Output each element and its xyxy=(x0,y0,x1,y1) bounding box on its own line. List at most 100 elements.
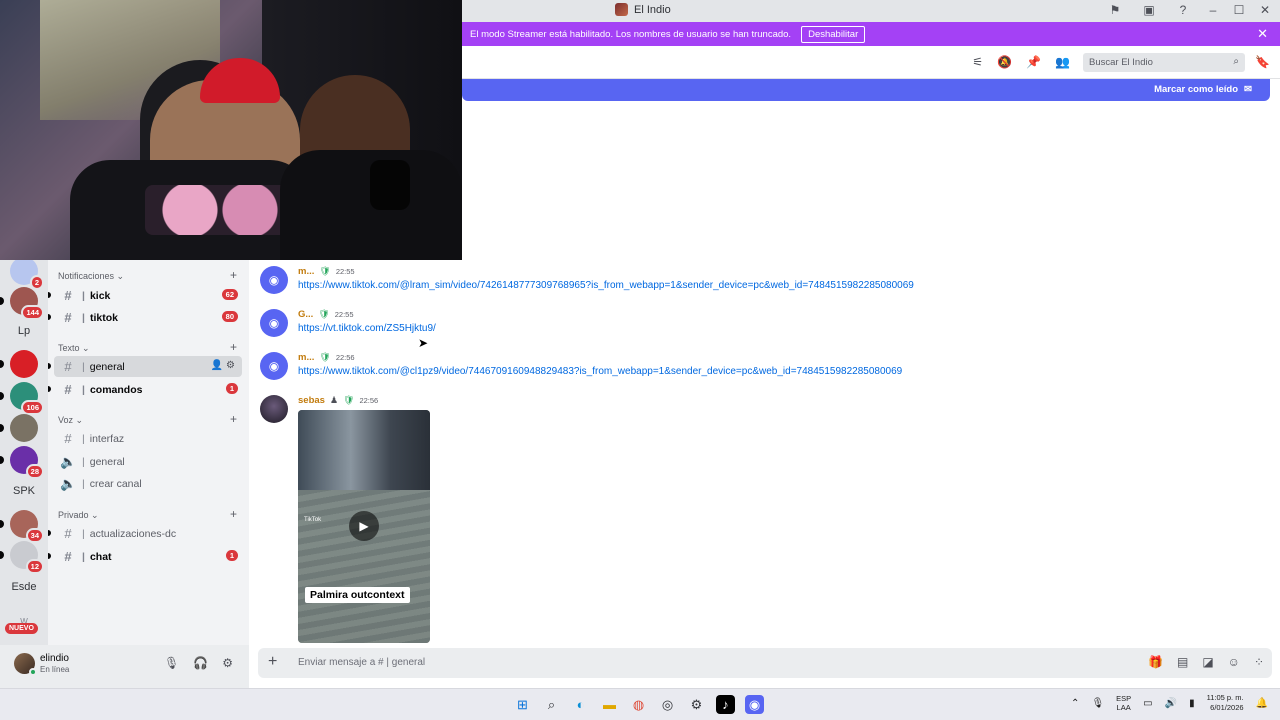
tiktok-icon[interactable]: ♪ xyxy=(716,695,735,714)
server-item[interactable]: 34 xyxy=(0,510,44,543)
discord-avatar-icon[interactable]: ◉ xyxy=(260,309,288,337)
maximize-icon[interactable]: ☐ xyxy=(1232,3,1246,17)
steam-icon[interactable]: ⚙ xyxy=(687,695,706,714)
channel-actualizaciones-dc[interactable]: # | actualizaciones-dc xyxy=(48,523,242,544)
role-icon: 🛡 xyxy=(319,352,331,362)
server-item[interactable]: SPK xyxy=(10,477,38,505)
avatar[interactable] xyxy=(14,653,37,676)
text-channel-icon: # xyxy=(64,526,72,541)
minimize-icon[interactable]: – xyxy=(1206,3,1220,17)
search-icon[interactable]: ⌕ xyxy=(542,695,561,714)
tiktok-watermark: TikTok xyxy=(304,517,322,523)
unread-pip xyxy=(48,530,51,536)
message-author[interactable]: m... xyxy=(298,266,314,277)
discord-icon[interactable]: ◉ xyxy=(745,695,764,714)
members-icon[interactable]: 👥 xyxy=(1055,55,1070,69)
gift-icon[interactable]: 🎁 xyxy=(1148,655,1163,669)
notifications-icon[interactable]: 🔔 xyxy=(1256,698,1268,709)
emoji-icon[interactable]: ☺ xyxy=(1228,655,1240,669)
add-channel-icon[interactable]: + xyxy=(230,412,237,426)
mark-as-read-button[interactable]: Marcar como leído ✉ xyxy=(1154,84,1252,95)
server-item[interactable] xyxy=(0,414,38,442)
server-item[interactable]: 12 xyxy=(0,541,44,574)
notifications-muted-icon[interactable]: 🔕 xyxy=(997,55,1012,69)
video-embed[interactable]: TikTok ▶ Palmira outcontext xyxy=(298,410,430,643)
message-author[interactable]: sebas xyxy=(298,395,325,406)
channel-settings-icons[interactable]: 👤⚙ xyxy=(211,360,238,371)
play-icon[interactable]: ▶ xyxy=(349,511,379,541)
avatar[interactable] xyxy=(260,395,288,423)
battery-icon[interactable]: ▮ xyxy=(1189,698,1195,709)
discord-avatar-icon[interactable]: ◉ xyxy=(260,266,288,294)
clock[interactable]: 11:05 p. m. 6/01/2026 xyxy=(1207,693,1244,713)
edge-icon[interactable]: ◐ xyxy=(571,695,590,714)
pin-icon[interactable]: 📌 xyxy=(1026,55,1041,69)
windows-start-icon[interactable]: ⊞ xyxy=(513,695,532,714)
channel-comandos[interactable]: # | comandos 1 xyxy=(48,379,242,400)
headphones-icon[interactable]: 🎧 xyxy=(193,656,208,670)
add-channel-icon[interactable]: + xyxy=(230,340,237,354)
voice-channel-general[interactable]: 🔈 | general xyxy=(54,451,242,472)
gif-icon[interactable]: ▤ xyxy=(1177,655,1188,669)
flag-icon[interactable]: ⚑ xyxy=(1108,3,1122,17)
channel-kick[interactable]: # | kick 62 xyxy=(48,285,242,306)
network-icon[interactable]: ▭ xyxy=(1143,698,1152,709)
category-label: Texto xyxy=(58,343,80,353)
screen-share-icon[interactable]: ▣ xyxy=(1142,3,1156,17)
mention-badge: 1 xyxy=(225,383,238,394)
threads-icon[interactable]: ⚟ xyxy=(972,55,983,69)
channel-separator: | xyxy=(82,311,85,324)
channel-tiktok[interactable]: # | tiktok 80 xyxy=(48,307,242,328)
message-input[interactable]: Enviar mensaje a # | general xyxy=(298,657,425,668)
category-texto[interactable]: Texto ⌄ xyxy=(58,343,90,354)
discord-avatar-icon[interactable]: ◉ xyxy=(260,352,288,380)
close-window-icon[interactable]: ✕ xyxy=(1258,3,1272,17)
close-icon[interactable]: ✕ xyxy=(1257,26,1268,42)
voice-channel-crear-canal[interactable]: 🔈 | crear canal xyxy=(54,473,242,494)
channel-name: kick xyxy=(89,289,111,302)
add-channel-icon[interactable]: + xyxy=(230,268,237,282)
channel-interfaz[interactable]: # | interfaz xyxy=(54,428,242,449)
add-channel-icon[interactable]: + xyxy=(230,507,237,521)
message-link[interactable]: https://www.tiktok.com/@lram_sim/video/7… xyxy=(298,280,914,291)
search-input[interactable]: Buscar El Indio ⌕ xyxy=(1083,53,1245,72)
sticker-icon[interactable]: ◪ xyxy=(1202,655,1213,669)
chevron-up-icon[interactable]: ⌃ xyxy=(1071,698,1079,709)
chrome-icon[interactable]: ◍ xyxy=(629,695,648,714)
help-icon[interactable]: ? xyxy=(1176,3,1190,17)
category-privado[interactable]: Privado ⌄ xyxy=(58,510,99,521)
obs-icon[interactable]: ◎ xyxy=(658,695,677,714)
server-item[interactable]: 106 xyxy=(0,382,44,415)
message-author[interactable]: m... xyxy=(298,352,314,363)
banner-text: El modo Streamer está habilitado. Los no… xyxy=(470,28,792,40)
message-link[interactable]: https://vt.tiktok.com/ZS5Hjktu9/ xyxy=(298,323,436,334)
server-item[interactable] xyxy=(0,350,38,378)
category-notificaciones[interactable]: Notificaciones ⌄ xyxy=(58,271,124,282)
language-indicator[interactable]: ESP LAA xyxy=(1116,694,1131,712)
inbox-icon[interactable]: 🔖 xyxy=(1255,55,1270,69)
message-author[interactable]: G... xyxy=(298,309,313,320)
add-attachment-icon[interactable]: + xyxy=(268,653,277,671)
disable-streamer-button[interactable]: Deshabilitar xyxy=(801,25,866,43)
server-item[interactable]: Esde xyxy=(10,573,38,601)
channel-separator: | xyxy=(82,289,85,302)
channel-chat[interactable]: # | chat 1 xyxy=(48,546,242,567)
settings-icon[interactable]: ⚙ xyxy=(222,656,233,670)
microphone-icon[interactable]: 🎙 xyxy=(1091,698,1104,709)
message-composer[interactable]: + Enviar mensaje a # | general 🎁 ▤ ◪ ☺ ⁘ xyxy=(258,648,1272,678)
apps-icon[interactable]: ⁘ xyxy=(1254,655,1264,669)
message-link[interactable]: https://www.tiktok.com/@cl1pz9/video/744… xyxy=(298,366,902,377)
category-voz[interactable]: Voz ⌄ xyxy=(58,415,83,426)
server-item[interactable]: Lp xyxy=(10,317,38,345)
unread-bar: Marcar como leído ✉ xyxy=(462,79,1270,101)
channel-general[interactable]: # | general 👤⚙ xyxy=(48,356,242,377)
message-time: 22:56 xyxy=(335,353,355,362)
channel-sidebar: Notificaciones ⌄ + # | kick 62 # | tikto… xyxy=(48,260,249,645)
volume-icon[interactable]: 🔊 xyxy=(1165,698,1177,709)
text-channel-icon: # xyxy=(64,310,72,325)
server-item[interactable]: 144 xyxy=(0,287,44,320)
server-item[interactable]: 28 xyxy=(0,446,44,479)
file-explorer-icon[interactable]: ▬ xyxy=(600,695,619,714)
server-item[interactable]: 2 xyxy=(10,257,44,290)
microphone-icon[interactable]: 🎙 xyxy=(164,656,179,670)
